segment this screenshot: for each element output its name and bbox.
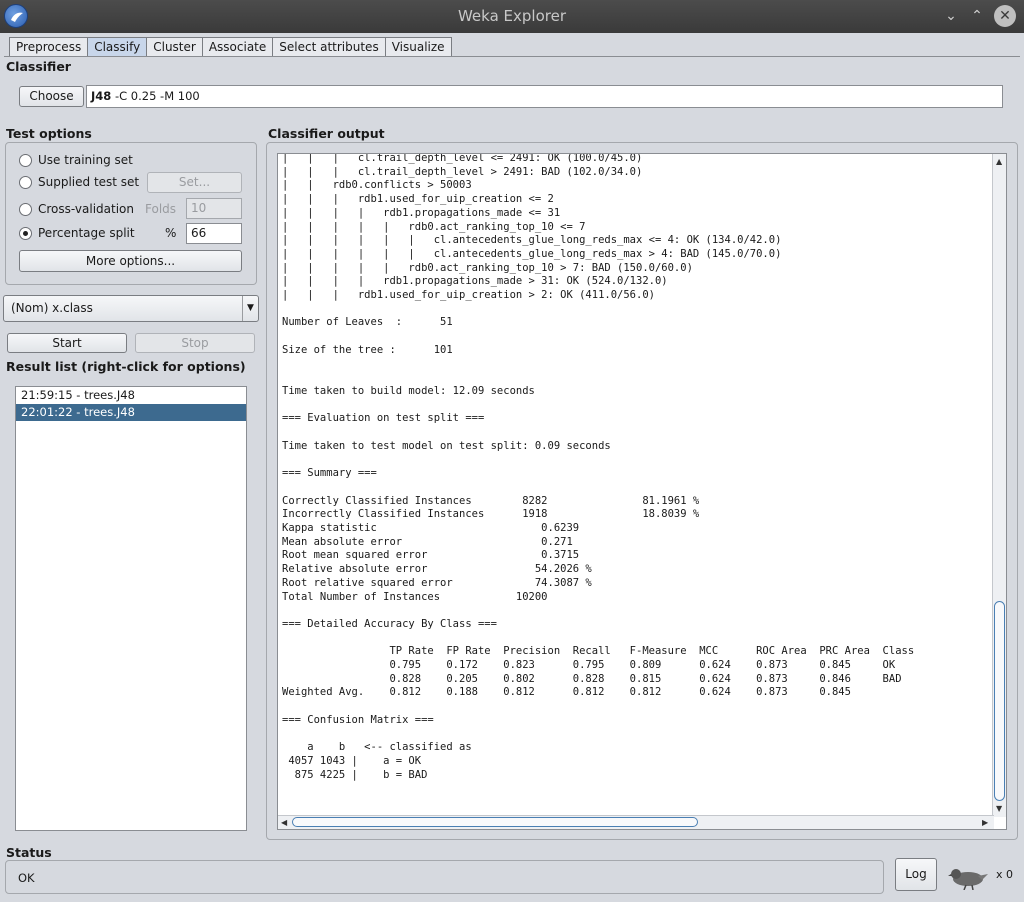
percentage-split-label: Percentage split — [38, 226, 135, 240]
more-options-button[interactable]: More options... — [19, 250, 242, 272]
folds-input[interactable]: 10 — [186, 198, 242, 219]
tab-visualize[interactable]: Visualize — [384, 37, 452, 57]
radio-icon — [19, 153, 32, 167]
supplied-test-set-label: Supplied test set — [38, 175, 140, 189]
classifier-section-label: Classifier — [6, 59, 71, 74]
tab-bar: Preprocess Classify Cluster Associate Se… — [9, 37, 452, 57]
tab-classify[interactable]: Classify — [87, 37, 148, 57]
classifier-options: -C 0.25 -M 100 — [114, 89, 200, 103]
status-text: OK — [18, 871, 35, 885]
radio-selected-icon — [19, 226, 32, 240]
status-box: OK — [5, 860, 884, 894]
radio-icon — [19, 175, 32, 189]
choose-button[interactable]: Choose — [19, 86, 84, 107]
vertical-scroll-thumb[interactable] — [994, 601, 1005, 801]
radio-icon — [19, 202, 32, 216]
horizontal-scroll-thumb[interactable] — [292, 817, 698, 827]
result-list[interactable]: 21:59:15 - trees.J48 22:01:22 - trees.J4… — [15, 386, 247, 831]
scroll-up-icon[interactable]: ▲ — [996, 157, 1002, 166]
percent-input[interactable]: 66 — [186, 223, 242, 244]
classifier-output-area[interactable]: | | | cl.trail_depth_level <= 2491: OK (… — [277, 153, 1007, 830]
start-button[interactable]: Start — [7, 333, 127, 353]
tab-cluster[interactable]: Cluster — [146, 37, 203, 57]
title-bar: Weka Explorer ⌄ ⌃ ✕ — [0, 0, 1024, 33]
class-attribute-select[interactable]: (Nom) x.class ▼ — [3, 295, 259, 322]
classifier-name: J48 — [91, 89, 112, 103]
use-training-set-radio[interactable]: Use training set — [19, 151, 133, 169]
tab-select-attributes[interactable]: Select attributes — [272, 37, 386, 57]
tab-preprocess[interactable]: Preprocess — [9, 37, 89, 57]
test-options-label: Test options — [6, 126, 92, 141]
result-item-selected[interactable]: 22:01:22 - trees.J48 — [16, 404, 246, 421]
cross-validation-radio[interactable]: Cross-validation — [19, 200, 134, 218]
weka-bird-icon[interactable] — [948, 864, 990, 893]
tab-associate[interactable]: Associate — [201, 37, 274, 57]
maximize-icon[interactable]: ⌃ — [966, 5, 988, 27]
supplied-test-set-radio[interactable]: Supplied test set — [19, 173, 139, 191]
cross-validation-label: Cross-validation — [38, 202, 134, 216]
classifier-config-field[interactable]: J48 -C 0.25 -M 100 — [86, 85, 1003, 108]
chevron-down-icon: ▼ — [242, 296, 258, 321]
tab-divider — [4, 56, 1020, 57]
close-icon[interactable]: ✕ — [994, 5, 1016, 27]
log-button[interactable]: Log — [895, 858, 937, 891]
class-attribute-value: (Nom) x.class — [11, 301, 93, 315]
scroll-right-icon[interactable]: ▶ — [982, 818, 988, 827]
result-list-label: Result list (right-click for options) — [6, 359, 246, 374]
percentage-split-radio[interactable]: Percentage split — [19, 224, 135, 242]
use-training-set-label: Use training set — [38, 153, 133, 167]
scroll-down-icon[interactable]: ▼ — [996, 804, 1002, 813]
folds-label: Folds — [145, 202, 177, 216]
minimize-icon[interactable]: ⌄ — [940, 5, 962, 27]
classifier-output-text: | | | cl.trail_depth_level <= 2491: OK (… — [282, 153, 915, 781]
classifier-output-label: Classifier output — [268, 126, 385, 141]
result-item[interactable]: 21:59:15 - trees.J48 — [16, 387, 246, 404]
vertical-scrollbar[interactable]: ▲ ▼ — [992, 154, 1006, 817]
horizontal-scrollbar[interactable]: ◀ ▶ — [278, 815, 994, 829]
scroll-left-icon[interactable]: ◀ — [281, 818, 287, 827]
task-count: x 0 — [996, 868, 1014, 881]
percent-label: % — [165, 226, 177, 240]
set-button[interactable]: Set... — [147, 172, 242, 193]
window-title: Weka Explorer — [457, 7, 567, 25]
stop-button[interactable]: Stop — [135, 333, 255, 353]
status-label: Status — [6, 845, 52, 860]
